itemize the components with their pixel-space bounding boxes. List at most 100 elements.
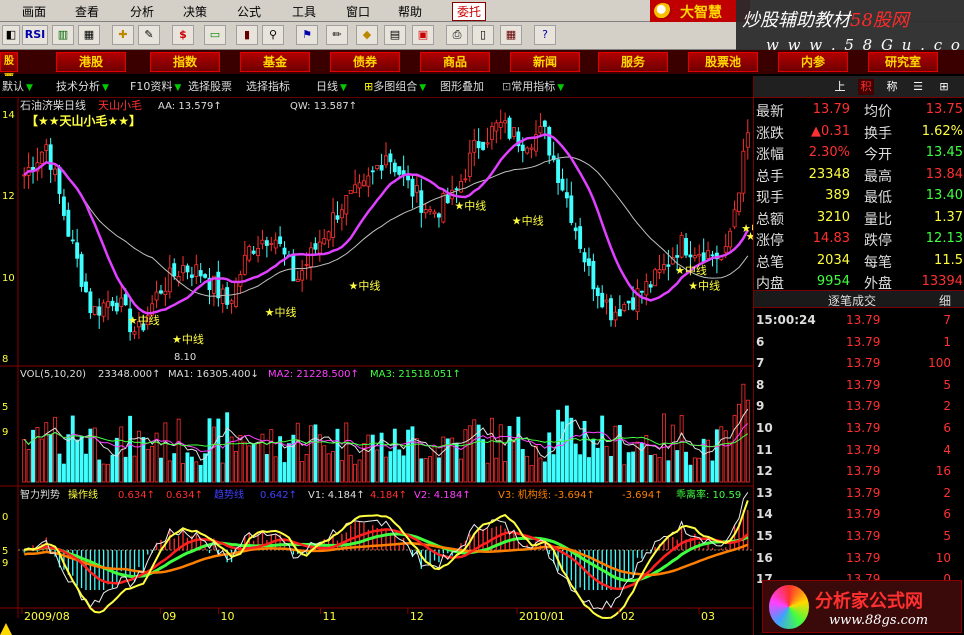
trade-price: 13.79 xyxy=(846,356,881,371)
category-stock-pool[interactable]: 股票池 xyxy=(688,52,758,72)
tool-binoculars-icon[interactable]: ⚲ xyxy=(262,25,284,45)
category-bond[interactable]: 债券 xyxy=(330,52,400,72)
trades-detail-button[interactable]: 细 xyxy=(939,292,951,309)
tool-money-icon[interactable]: ▭ xyxy=(204,25,226,45)
tool-stats-icon[interactable]: ▤ xyxy=(384,25,406,45)
category-service[interactable]: 服务 xyxy=(598,52,668,72)
volume-bar xyxy=(538,457,543,483)
sub-default[interactable]: 默认 ▼ xyxy=(2,79,33,95)
volume-bar xyxy=(150,445,155,483)
menu-decision[interactable]: 决策 xyxy=(183,3,207,20)
trade-volume: 5 xyxy=(943,377,951,392)
ind-title: 智力判势 xyxy=(20,488,60,501)
category-index[interactable]: 指数 xyxy=(150,52,220,72)
volume-bar xyxy=(392,428,397,483)
quote-label-2: 跌停 xyxy=(864,233,892,249)
tool-dollar-button[interactable]: $ xyxy=(172,25,194,45)
tool-print-icon[interactable]: ⎙ xyxy=(446,25,468,45)
tab-weigh[interactable]: 称 xyxy=(884,79,900,95)
candle-body xyxy=(745,132,750,148)
volume-bar xyxy=(604,445,609,483)
tab-up[interactable]: 上 xyxy=(832,79,848,95)
menu-view[interactable]: 查看 xyxy=(75,3,99,20)
candle-body xyxy=(463,178,468,181)
volume-bar xyxy=(587,457,591,483)
volume-bar xyxy=(97,459,102,483)
tool-diamond-icon[interactable]: ◆ xyxy=(356,25,378,45)
volume-bar xyxy=(600,415,605,483)
tool-grid-icon[interactable]: ▦ xyxy=(78,25,100,45)
candle-body xyxy=(622,304,627,311)
flower-logo-icon xyxy=(769,585,809,629)
tool-help-icon[interactable]: ? xyxy=(534,25,556,45)
sub-tech-label: 技术分析 xyxy=(56,80,100,93)
candle-body xyxy=(335,215,340,220)
category-news[interactable]: 新闻 xyxy=(510,52,580,72)
candle-body xyxy=(154,291,159,301)
trade-volume: 2 xyxy=(943,399,951,414)
quote-value: 2034 xyxy=(816,252,850,268)
candle-body xyxy=(520,144,525,151)
menu-trade[interactable]: 委托 xyxy=(452,2,487,21)
tool-ruler-icon[interactable]: ✎ xyxy=(138,25,160,45)
tab-layout[interactable]: ⊞ xyxy=(936,79,952,95)
watermark-title-b: 58股网 xyxy=(850,10,909,31)
volume-bar xyxy=(745,399,750,483)
tool-rsi-button[interactable]: RSI xyxy=(22,25,48,45)
candle-body xyxy=(331,212,335,238)
menu-screen[interactable]: 画面 xyxy=(22,3,46,20)
sub-multi[interactable]: ⊞多图组合 ▼ xyxy=(364,79,426,95)
tool-window-icon[interactable]: ▣ xyxy=(412,25,434,45)
category-hk[interactable]: 港股 xyxy=(56,52,126,72)
candle-body xyxy=(437,213,441,218)
mid-line-star-label: ★中线 xyxy=(688,278,720,292)
candle-body xyxy=(591,260,596,290)
candle-body xyxy=(525,147,530,154)
tab-list[interactable]: ☰ xyxy=(910,79,926,95)
sub-select-stock[interactable]: 选择股票 xyxy=(188,79,232,95)
menu-tools[interactable]: 工具 xyxy=(292,3,316,20)
menu-window[interactable]: 窗口 xyxy=(346,3,370,20)
tool-books-icon[interactable]: ▦ xyxy=(500,25,522,45)
candle-body xyxy=(679,234,684,258)
sub-f10[interactable]: F10资料 ▼ xyxy=(130,79,181,95)
menu-help[interactable]: 帮助 xyxy=(398,3,422,20)
tool-crosshair-icon[interactable]: ✚ xyxy=(112,25,134,45)
tool-flag-icon[interactable]: ⚑ xyxy=(296,25,318,45)
volume-bar xyxy=(529,464,534,483)
category-stock[interactable]: 股票 xyxy=(0,52,18,85)
tool-back-icon[interactable]: ◧ xyxy=(2,25,20,45)
trade-price: 13.79 xyxy=(846,528,881,543)
tab-integral[interactable]: 积 xyxy=(858,79,874,95)
category-insider[interactable]: 内参 xyxy=(778,52,848,72)
sub-tech[interactable]: 技术分析 ▼ xyxy=(56,79,109,95)
price-title-label: 【★★天山小毛★★】 xyxy=(26,113,141,128)
volume-bar xyxy=(520,448,525,483)
menu-formula[interactable]: 公式 xyxy=(237,3,261,20)
trade-price: 13.79 xyxy=(846,334,881,349)
menu-analysis[interactable]: 分析 xyxy=(130,3,154,20)
sub-period[interactable]: 日线 ▼ xyxy=(316,79,347,95)
tool-layout-icon[interactable]: ▯ xyxy=(472,25,494,45)
candle-body xyxy=(92,305,97,316)
tool-chart-icon[interactable]: ▥ xyxy=(52,25,74,45)
trade-price: 13.79 xyxy=(846,377,881,392)
tool-bar-icon[interactable]: ▮ xyxy=(236,25,258,45)
candle-body xyxy=(39,151,44,164)
category-research[interactable]: 研究室 xyxy=(868,52,938,72)
sub-common[interactable]: ⊡常用指标 ▼ xyxy=(502,79,564,95)
category-commodity[interactable]: 商品 xyxy=(420,52,490,72)
sub-overlay[interactable]: 图形叠加 xyxy=(440,79,484,95)
volume-bar xyxy=(242,441,247,483)
candle-body xyxy=(370,170,375,173)
category-fund[interactable]: 基金 xyxy=(240,52,310,72)
candle-body xyxy=(203,274,208,278)
ad-title: 分析家公式网 xyxy=(815,591,923,612)
quote-value-2: 13.45 xyxy=(925,145,963,160)
sub-select-indicator[interactable]: 选择指标 xyxy=(246,79,290,95)
quote-row: 总额 3210 量比 1.37 xyxy=(754,208,964,230)
volume-bar xyxy=(194,461,199,483)
quote-label-2: 均价 xyxy=(864,104,892,120)
ind-vline1b: 4.184↑ xyxy=(370,490,407,501)
tool-pencil-icon[interactable]: ✏ xyxy=(326,25,348,45)
